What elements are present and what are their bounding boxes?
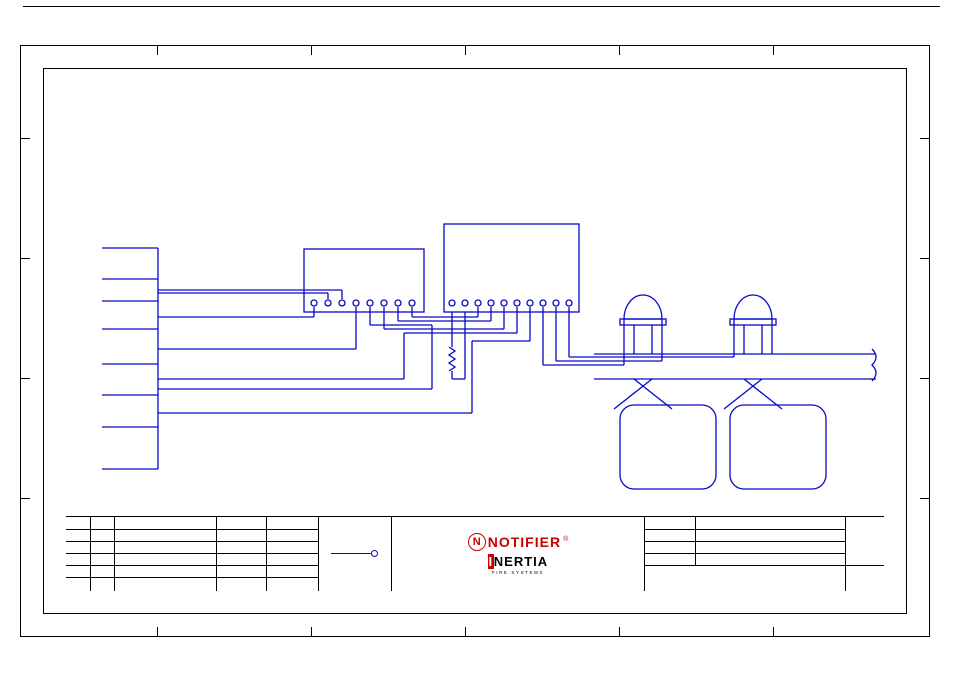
inner-frame: N NOTIFIER ® INERTIA FIRE SYSTEMS [43, 68, 907, 614]
module-small [304, 249, 424, 312]
device-box-2 [730, 405, 826, 489]
frame-tick [619, 46, 620, 55]
frame-tick [311, 627, 312, 636]
logo-cell: N NOTIFIER ® INERTIA FIRE SYSTEMS [392, 517, 645, 591]
termination-resistor [449, 312, 465, 379]
notifier-mark-icon: N [468, 533, 486, 551]
frame-tick [773, 46, 774, 55]
frame-tick [619, 627, 620, 636]
device-box-1 [620, 405, 716, 489]
inertia-word: INERTIA [488, 554, 548, 569]
notifier-logo: N NOTIFIER ® [468, 533, 569, 551]
registered-icon: ® [563, 536, 568, 543]
frame-tick [920, 498, 929, 499]
legend-line [331, 553, 371, 554]
frame-tick [773, 627, 774, 636]
title-fields [645, 517, 884, 591]
beacon-1 [614, 295, 672, 409]
frame-tick [157, 46, 158, 55]
legend-dot-icon [371, 550, 378, 557]
legend-cell [319, 517, 392, 591]
beacon-2 [724, 295, 782, 409]
frame-tick [465, 627, 466, 636]
notifier-word: NOTIFIER [488, 534, 561, 550]
frame-tick [920, 258, 929, 259]
frame-tick [157, 627, 158, 636]
inertia-subtitle: FIRE SYSTEMS [492, 570, 544, 575]
frame-tick [920, 138, 929, 139]
revision-table [66, 517, 319, 591]
frame-tick [311, 46, 312, 55]
frame-tick [465, 46, 466, 55]
inertia-logo: INERTIA FIRE SYSTEMS [488, 554, 548, 575]
page-top-rule [23, 6, 940, 7]
frame-tick [920, 378, 929, 379]
frame-tick [21, 138, 30, 139]
drawing-frame: N NOTIFIER ® INERTIA FIRE SYSTEMS [20, 45, 930, 637]
title-block: N NOTIFIER ® INERTIA FIRE SYSTEMS [66, 516, 884, 591]
frame-tick [21, 498, 30, 499]
left-terminal-block [102, 248, 158, 469]
module-large [444, 224, 579, 312]
raceway [594, 349, 876, 381]
frame-tick [21, 258, 30, 259]
frame-tick [21, 378, 30, 379]
